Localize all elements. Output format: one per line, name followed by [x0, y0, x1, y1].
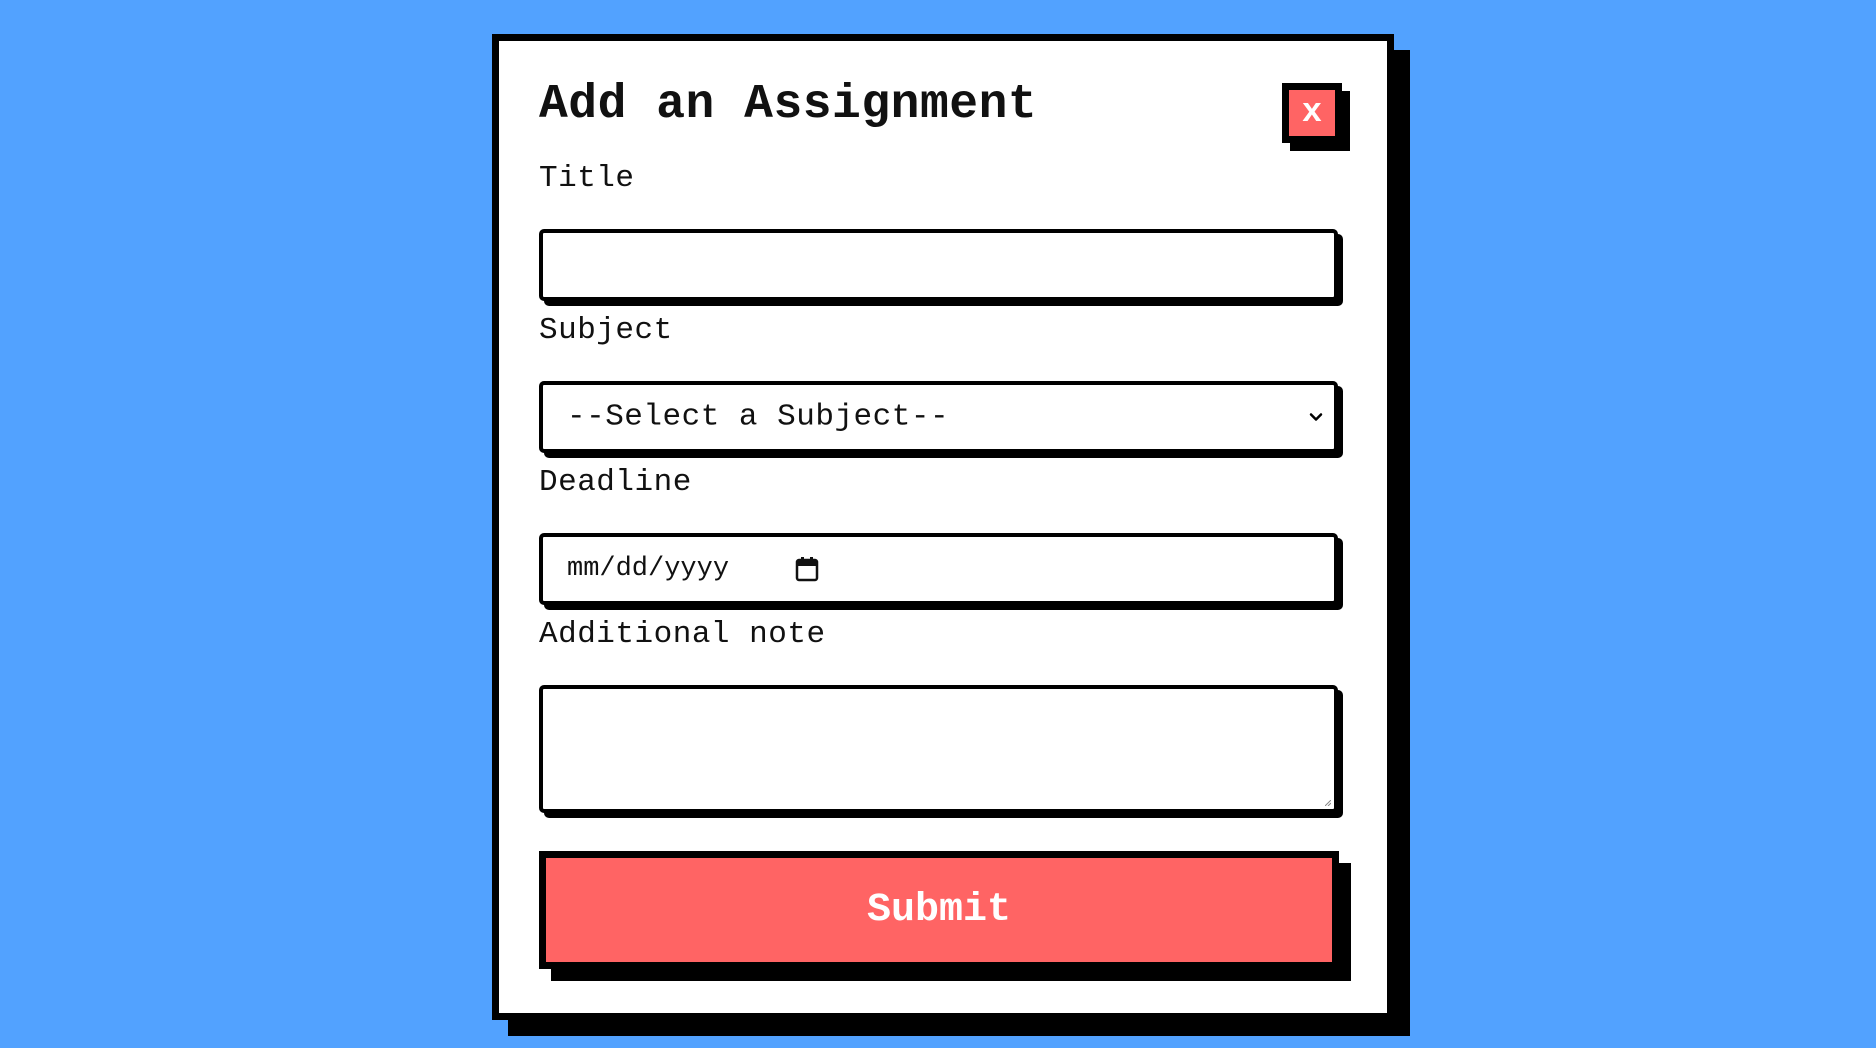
title-label: Title [539, 161, 635, 196]
note-label: Additional note [539, 617, 826, 652]
note-textarea[interactable] [539, 685, 1338, 813]
deadline-input[interactable]: mm/dd/yyyy [539, 533, 1338, 605]
resize-grip-icon[interactable] [1325, 800, 1331, 806]
calendar-icon[interactable] [795, 556, 819, 582]
title-input[interactable] [539, 229, 1338, 301]
modal-title: Add an Assignment [539, 78, 1038, 132]
subject-selected-value: --Select a Subject-- [567, 399, 950, 435]
add-assignment-modal: Add an Assignment x Title Subject --Sele… [492, 34, 1394, 1020]
subject-label: Subject [539, 313, 673, 348]
submit-button[interactable]: Submit [539, 851, 1339, 969]
deadline-placeholder: mm/dd/yyyy [567, 554, 730, 584]
subject-select[interactable]: --Select a Subject-- [539, 381, 1338, 453]
close-button[interactable]: x [1282, 83, 1342, 143]
deadline-label: Deadline [539, 465, 692, 500]
chevron-down-icon [1309, 413, 1323, 421]
